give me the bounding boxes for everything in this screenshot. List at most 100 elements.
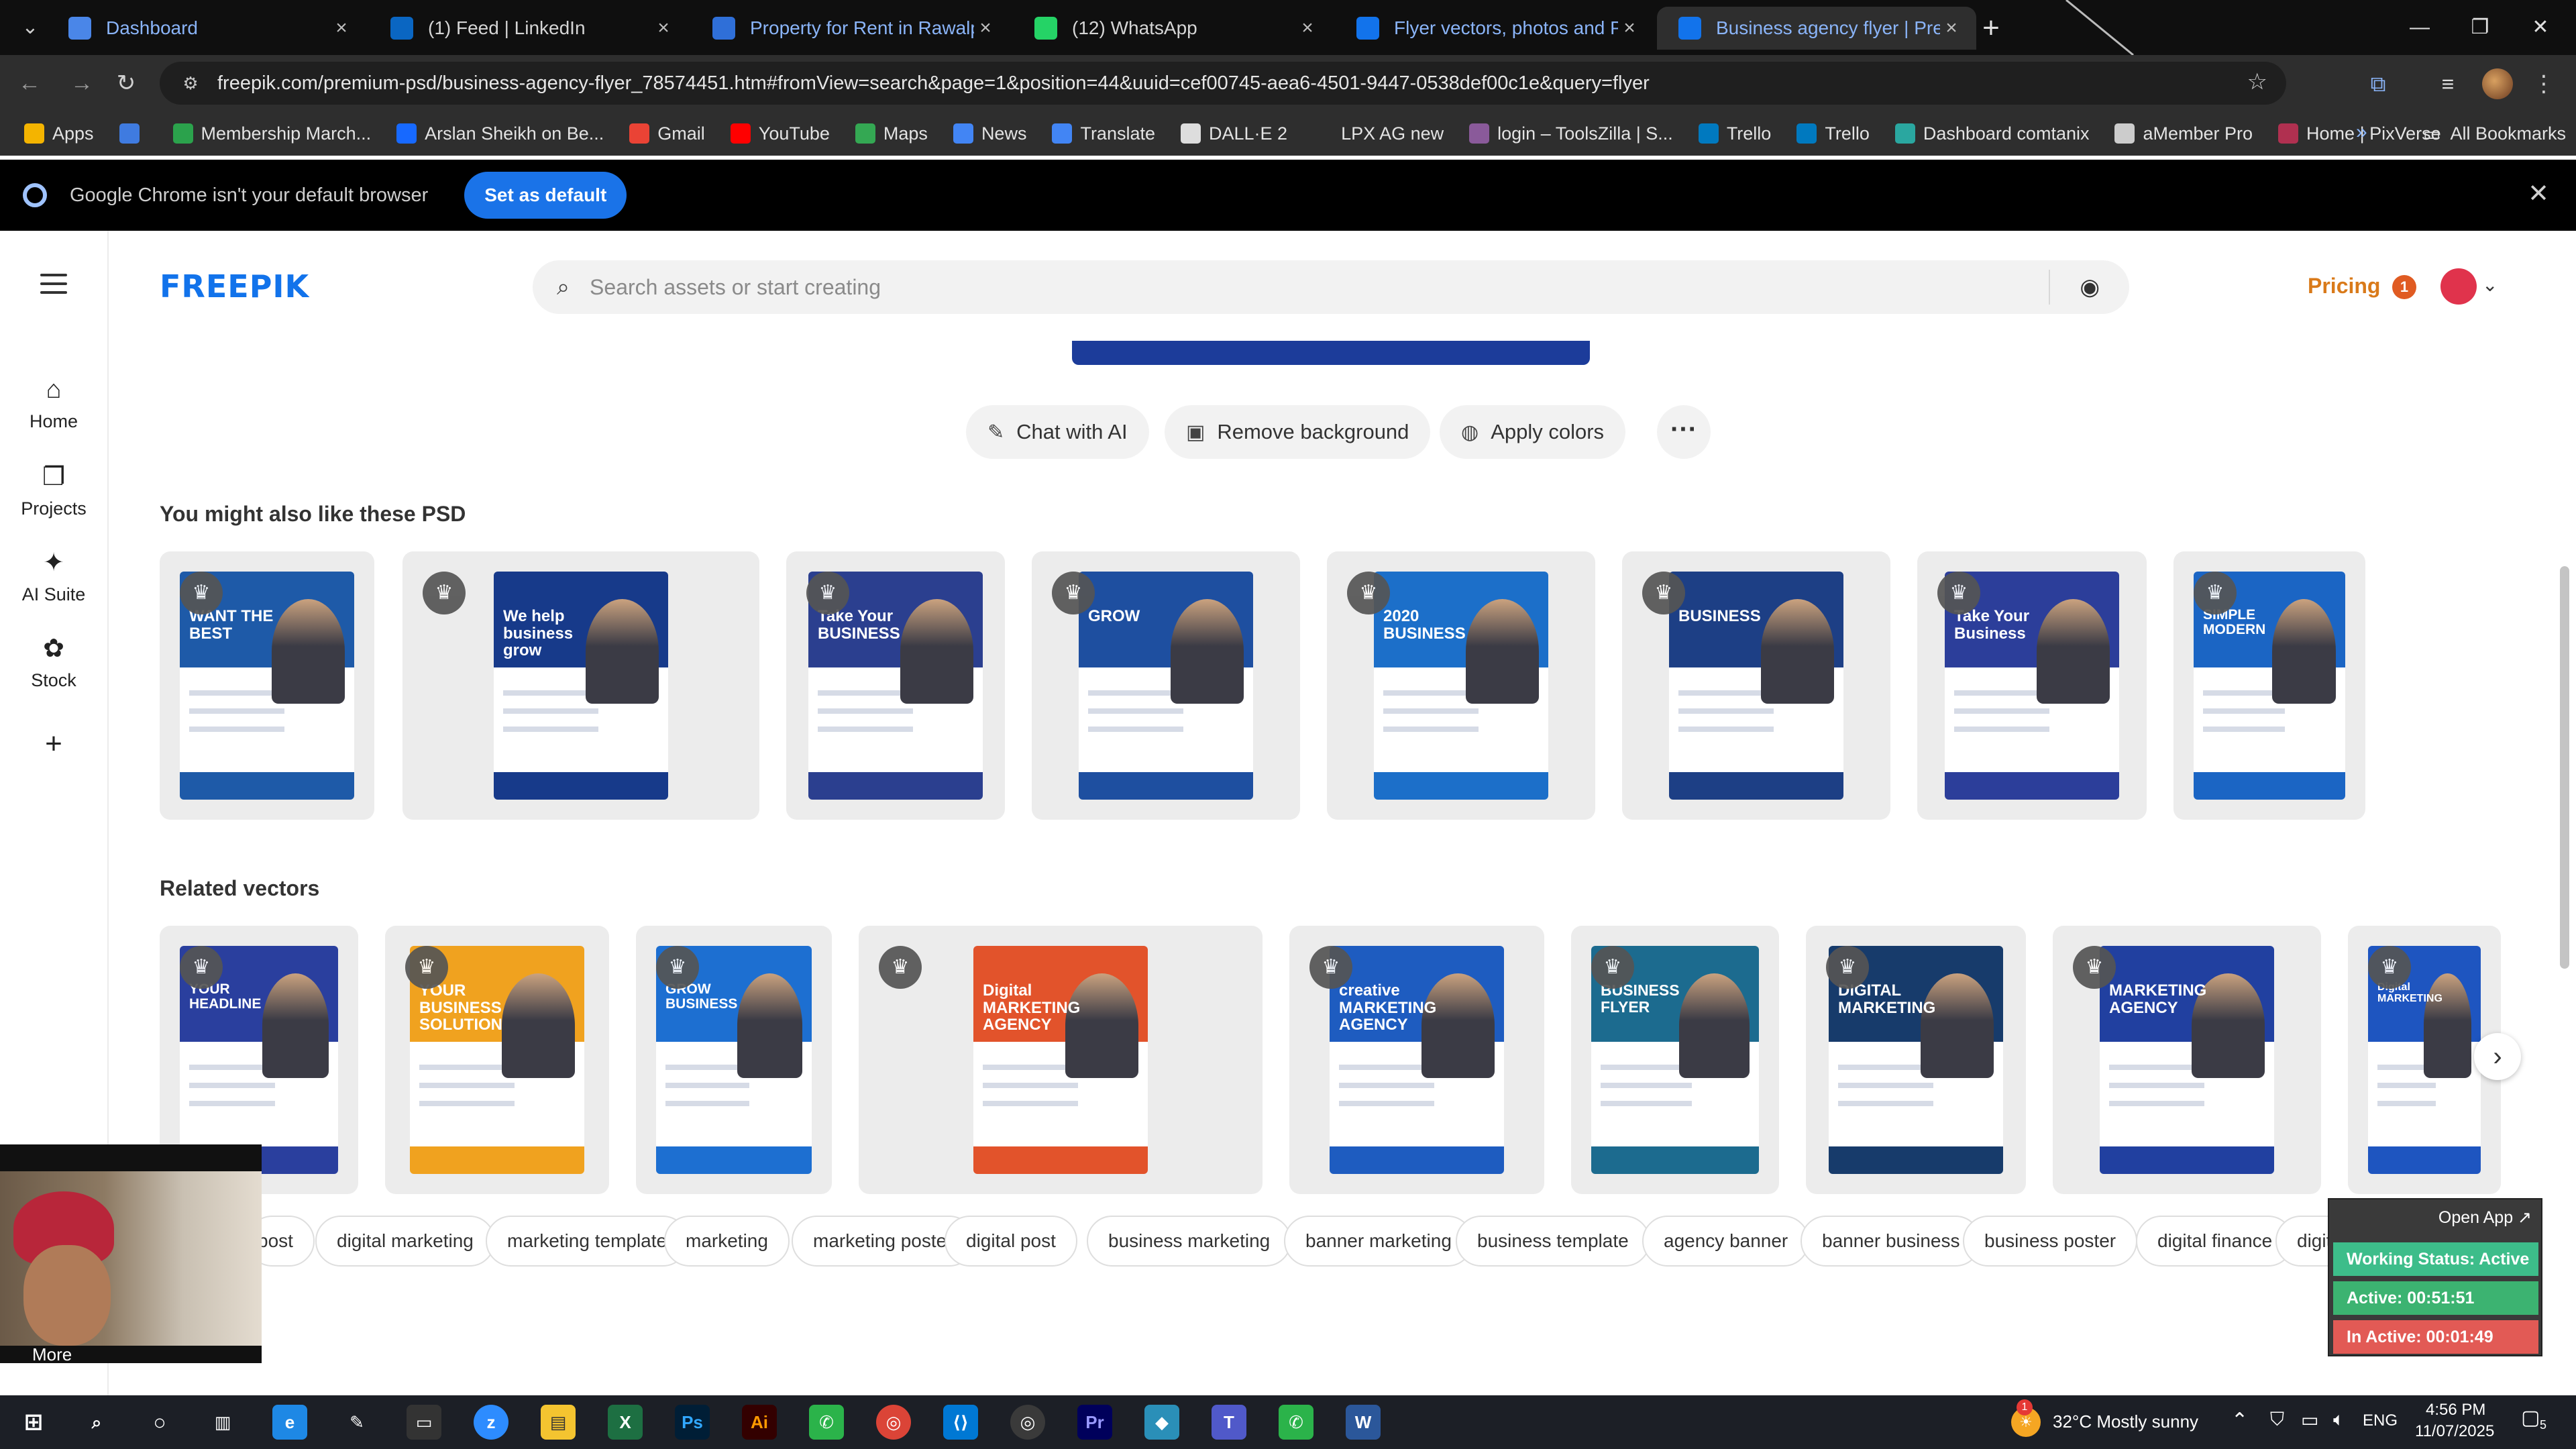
address-bar[interactable]: ⚙ freepik.com/premium-psd/business-agenc… [160, 62, 2286, 105]
tag-chip[interactable]: marketing [664, 1216, 790, 1267]
bookmark-item[interactable]: Gmail [629, 123, 705, 144]
scrollbar-thumb[interactable] [2560, 566, 2569, 969]
thumbnail-card[interactable]: DIGITAL MARKETING ♛ [1806, 926, 2026, 1194]
thumbnail-card[interactable]: SIMPLE MODERN ♛ [2174, 551, 2365, 820]
file-explorer-icon[interactable]: ▤ [541, 1405, 576, 1440]
tag-chip[interactable]: agency banner [1642, 1216, 1810, 1267]
camera-search-icon[interactable]: ◉ [2080, 274, 2100, 301]
phone-app-icon[interactable]: ✆ [809, 1405, 844, 1440]
minimize-button[interactable]: — [2390, 0, 2450, 55]
user-avatar[interactable] [2440, 268, 2477, 305]
thumbnail-card[interactable]: MARKETING AGENCY ♛ [2053, 926, 2321, 1194]
teams-icon[interactable]: T [1212, 1405, 1246, 1440]
tag-chip[interactable]: digital marketing [315, 1216, 495, 1267]
remove-bg-button[interactable]: ▣ Remove background [1165, 405, 1431, 459]
page-scrollbar[interactable] [2560, 231, 2569, 1398]
tab-close-icon[interactable]: × [1940, 17, 1963, 40]
premiere-icon[interactable]: Pr [1077, 1405, 1112, 1440]
search-taskbar-icon[interactable]: ⌕ [79, 1405, 114, 1440]
bookmark-item[interactable] [119, 123, 148, 144]
thumbnail-card[interactable]: YOUR BUSINESS SOLUTION ♛ [385, 926, 609, 1194]
add-icon[interactable]: + [0, 727, 107, 761]
media-control-icon[interactable]: ≡ [2432, 68, 2463, 99]
bookmark-item[interactable]: Dashboard comtanix [1894, 123, 2089, 144]
thumbnail-card[interactable]: 2020 BUSINESS ♛ [1327, 551, 1595, 820]
video-more-label[interactable]: More [32, 1344, 72, 1363]
infobar-close-icon[interactable]: ✕ [2528, 178, 2549, 209]
chrome-menu-icon[interactable]: ⋮ [2530, 67, 2557, 101]
set-default-button[interactable]: Set as default [464, 172, 627, 219]
network-icon[interactable]: ▭ [2301, 1409, 2318, 1431]
thumbnail-card[interactable]: We help business grow ♛ [402, 551, 759, 820]
bookmark-item[interactable]: YouTube [730, 123, 830, 144]
pricing-link[interactable]: Pricing [2308, 274, 2380, 299]
excel-icon[interactable]: X [608, 1405, 643, 1440]
pen-icon[interactable]: ✎ [339, 1405, 374, 1440]
back-button[interactable]: ← [11, 64, 48, 102]
tray-chevron-icon[interactable]: ⌃ [2231, 1409, 2248, 1432]
forward-button[interactable]: → [63, 64, 101, 102]
thumbnail-card[interactable]: BUSINESS FLYER ♛ [1571, 926, 1779, 1194]
thumbnail-card[interactable]: Digital MARKETING AGENCY ♛ [859, 926, 1263, 1194]
bookmark-item[interactable]: aMember Pro [2114, 123, 2253, 144]
tag-chip[interactable]: business poster [1963, 1216, 2138, 1267]
browser-tab[interactable]: Dashboard × [47, 7, 366, 50]
reload-button[interactable]: ↻ [107, 64, 145, 102]
bookmark-item[interactable]: login – ToolsZilla | S... [1469, 123, 1673, 144]
thumbnail-card[interactable]: GROW BUSINESS ♛ [636, 926, 832, 1194]
weather-text[interactable]: 32°C Mostly sunny [2053, 1411, 2198, 1432]
close-window-button[interactable]: ✕ [2510, 0, 2571, 55]
tag-chip[interactable]: banner marketing [1284, 1216, 1473, 1267]
chat-ai-button[interactable]: ✎ Chat with AI [966, 405, 1149, 459]
freepik-logo[interactable]: FREEPIK [160, 268, 309, 305]
cortana-icon[interactable]: ○ [142, 1405, 177, 1440]
bookmark-item[interactable]: Apps [24, 123, 94, 144]
thumbnail-card[interactable]: BUSINESS ♛ [1622, 551, 1890, 820]
chrome-taskbar-icon[interactable]: ◎ [876, 1405, 911, 1440]
search-input[interactable]: Search assets or start creating [590, 275, 881, 300]
site-info-icon[interactable]: ⚙ [176, 68, 205, 98]
language-indicator[interactable]: ENG [2363, 1411, 2398, 1430]
thumbnail-card[interactable]: Take Your BUSINESS ♛ [786, 551, 1005, 820]
carousel-next-button[interactable]: › [2474, 1033, 2521, 1080]
tag-chip[interactable]: digital post [945, 1216, 1077, 1267]
thumbnail-card[interactable]: Take Your Business ♛ [1917, 551, 2147, 820]
tag-chip[interactable]: business marketing [1087, 1216, 1292, 1267]
hamburger-menu-icon[interactable] [40, 274, 67, 294]
notification-badge[interactable]: 1 [2392, 275, 2416, 299]
thumbnail-card[interactable]: creative MARKETING AGENCY ♛ [1289, 926, 1544, 1194]
restore-button[interactable]: ❐ [2450, 0, 2510, 55]
bookmark-item[interactable]: Maps [855, 123, 928, 144]
security-icon[interactable]: ⛉ [2270, 1409, 2284, 1431]
bookmark-item[interactable]: DALL·E 2 [1181, 123, 1287, 144]
chevron-down-icon[interactable]: ⌄ [2482, 274, 2498, 296]
app-icon[interactable]: ◆ [1144, 1405, 1179, 1440]
chrome-active-icon[interactable]: ◎ [1010, 1405, 1045, 1440]
word-icon[interactable]: W [1346, 1405, 1381, 1440]
volume-icon[interactable]: 🔈︎ [2333, 1409, 2345, 1431]
url-text[interactable]: freepik.com/premium-psd/business-agency-… [217, 72, 1650, 95]
bookmark-item[interactable]: Arslan Sheikh on Be... [396, 123, 604, 144]
browser-tab[interactable]: Flyer vectors, photos and PSD f× [1335, 7, 1654, 50]
clock-time[interactable]: 4:56 PM [2426, 1401, 2485, 1419]
profile-avatar[interactable] [2482, 68, 2513, 99]
extensions-icon[interactable]: ⧉ [2363, 68, 2394, 99]
bookmarks-overflow-icon[interactable]: » [2356, 121, 2367, 144]
sidebar-item-projects[interactable]: ❐ Projects [0, 462, 107, 519]
terminal-icon[interactable]: ▭ [407, 1405, 441, 1440]
sidebar-item-ai-suite[interactable]: ✦ AI Suite [0, 547, 107, 605]
new-tab-button[interactable]: + [1972, 9, 2010, 47]
browser-tab[interactable]: Property for Rent in Rawalpindi× [691, 7, 1010, 50]
tag-chip[interactable]: marketing template [486, 1216, 689, 1267]
start-icon[interactable]: ⊞ [16, 1405, 51, 1440]
browser-tab[interactable]: (12) WhatsApp × [1013, 7, 1332, 50]
thumbnail-card[interactable]: GROW ♛ [1032, 551, 1300, 820]
tag-chip[interactable]: banner business [1801, 1216, 1982, 1267]
task-view-icon[interactable]: ▥ [205, 1405, 240, 1440]
vscode-icon[interactable]: ⟨⟩ [943, 1405, 978, 1440]
tag-chip[interactable]: digital finance [2136, 1216, 2294, 1267]
search-bar[interactable]: ⌕ Search assets or start creating ◉ [533, 260, 2129, 314]
tag-chip[interactable]: business template [1456, 1216, 1650, 1267]
more-options-button[interactable]: ··· [1657, 405, 1711, 459]
bookmark-item[interactable]: LPX AG new [1313, 123, 1444, 144]
